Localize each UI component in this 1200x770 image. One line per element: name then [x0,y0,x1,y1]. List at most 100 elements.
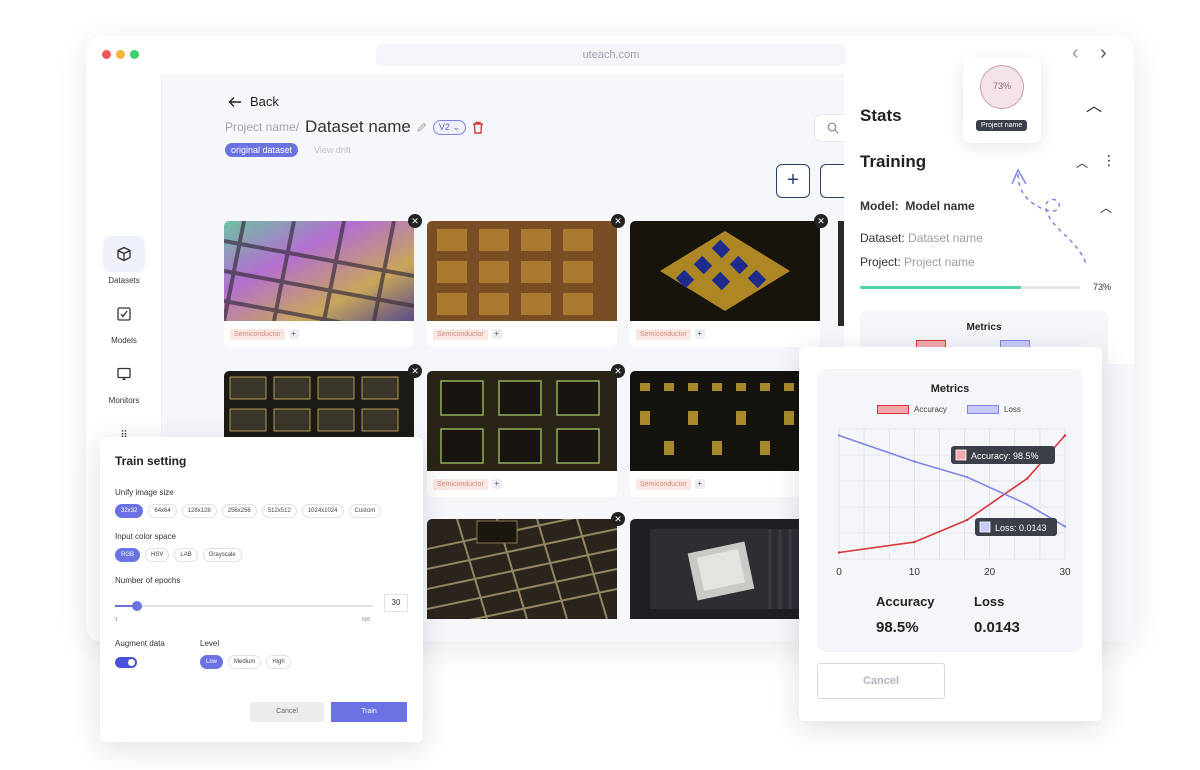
metrics-cancel-button[interactable]: Cancel [817,663,945,699]
project-progress-circle: 73% [980,65,1024,109]
metrics-card: Metrics Accuracy Loss 0 10 20 30 Accuracy: 9… [817,369,1083,652]
dataset-image [427,371,617,471]
image-tag[interactable]: Semiconductor [636,478,691,490]
augment-toggle[interactable] [115,657,137,668]
image-card[interactable]: Semiconductor + [427,371,617,497]
remove-image-icon[interactable]: ✕ [408,214,422,228]
view-drift-link[interactable]: View drift [314,145,351,155]
image-card[interactable]: Semiconductor + [630,371,820,497]
add-tag-icon[interactable]: + [694,479,705,489]
tooltip-swatch [979,521,991,533]
option-chip[interactable]: 256x256 [221,504,257,518]
add-tag-icon[interactable]: + [694,329,705,339]
image-tag[interactable]: Semiconductor [230,328,285,340]
chevron-up-icon[interactable]: ︿ [1086,92,1102,116]
nav-back-icon[interactable]: ‹ [1072,42,1079,64]
dataset-image [224,221,414,321]
model-row: Model: Model name [860,199,975,213]
x-tick-label: 0 [836,567,842,578]
back-label: Back [250,94,279,109]
sidebar-item-models[interactable]: Models [102,296,146,345]
image-card[interactable] [427,519,617,619]
image-tag[interactable]: Semiconductor [433,478,488,490]
project-progress-card[interactable]: 73% Project name [963,57,1041,143]
train-cancel-button[interactable]: Cancel [250,702,324,722]
add-tag-icon[interactable]: + [288,329,299,339]
close-window-dot[interactable] [102,50,111,59]
option-chip[interactable]: Medium [228,655,262,669]
option-chip[interactable]: 32x32 [115,504,144,518]
breadcrumb-project[interactable]: Project name/ [225,120,299,134]
option-chip[interactable]: 128x128 [181,504,217,518]
x-tick-label: 20 [984,567,996,578]
option-chip[interactable]: LAB [174,548,198,562]
project-value: Project name [904,255,975,269]
back-link[interactable]: Back [228,94,279,109]
epochs-slider[interactable] [115,605,373,607]
model-name: Model name [905,199,975,213]
chevron-up-icon[interactable]: ︿ [1100,199,1112,216]
train-button[interactable]: Train [331,702,407,722]
option-chip[interactable]: Custom [348,504,382,518]
data-point [913,460,916,463]
version-select[interactable]: V2 ⌄ [432,119,466,135]
image-card[interactable]: Semiconductor + [224,221,414,347]
train-setting-modal: Train setting Unify image size 32x32 64x6… [100,437,423,742]
image-size-options: 32x32 64x64 128x128 256x256 512x512 1024x1024… [115,504,382,518]
image-card[interactable] [630,519,820,619]
option-chip[interactable]: HSV [145,548,170,562]
training-progress-bar [860,286,1080,289]
loss-value: 0.0143 [974,619,1020,636]
loss-label: Loss [974,594,1005,609]
maximize-window-dot[interactable] [130,50,139,59]
address-bar[interactable]: uteach.com [376,44,846,66]
x-tick-label: 10 [909,567,921,578]
data-point [965,518,969,522]
remove-image-icon[interactable]: ✕ [611,364,625,378]
epochs-input[interactable]: 30 [384,594,408,612]
option-chip[interactable]: Grayscale [202,548,242,562]
image-card[interactable]: Semiconductor + [630,221,820,347]
data-point [1026,503,1029,506]
dataset-image [630,221,820,321]
accuracy-label: Accuracy [876,594,935,609]
add-tag-icon[interactable]: + [491,479,502,489]
data-point [965,475,969,479]
data-point [1026,477,1029,480]
project-row: Project: Project name [860,255,975,269]
add-tag-icon[interactable]: + [491,329,502,339]
arrow-left-icon [228,96,241,107]
monitor-icon [103,356,145,392]
option-chip[interactable]: Low [200,655,224,669]
remove-image-icon[interactable]: ✕ [611,214,625,228]
pencil-icon[interactable] [416,122,427,132]
x-tick-label: 30 [1059,567,1071,578]
option-chip[interactable]: 512x512 [261,504,297,518]
option-chip[interactable]: 1024x1024 [301,504,344,518]
option-chip[interactable]: RGB [115,548,141,562]
image-tag[interactable]: Semiconductor [636,328,691,340]
slider-handle[interactable] [132,601,142,611]
legend-loss: Loss [967,405,1021,414]
data-point [1063,434,1067,437]
option-chip[interactable]: 64x64 [148,504,177,518]
remove-image-icon[interactable]: ✕ [814,214,828,228]
chevron-down-icon: ⌄ [452,121,460,132]
sidebar-item-datasets[interactable]: Datasets [102,236,146,285]
legend-accuracy: Accuracy [877,405,947,414]
sidebar-item-monitors[interactable]: Monitors [102,356,146,405]
image-card[interactable]: Semiconductor + [427,221,617,347]
option-chip[interactable]: High [266,655,291,669]
remove-image-icon[interactable]: ✕ [611,512,625,526]
add-image-button[interactable]: + [776,164,810,198]
minimize-window-dot[interactable] [116,50,125,59]
dataset-image [427,221,617,321]
original-dataset-tag[interactable]: original dataset [225,143,299,157]
data-point [837,551,841,554]
image-tag[interactable]: Semiconductor [433,328,488,340]
trash-icon[interactable] [472,121,484,134]
nav-forward-icon[interactable]: › [1100,42,1107,64]
remove-image-icon[interactable]: ✕ [408,364,422,378]
more-vertical-icon[interactable]: ⋮ [1102,152,1116,169]
sidebar-item-label: Datasets [108,276,140,285]
